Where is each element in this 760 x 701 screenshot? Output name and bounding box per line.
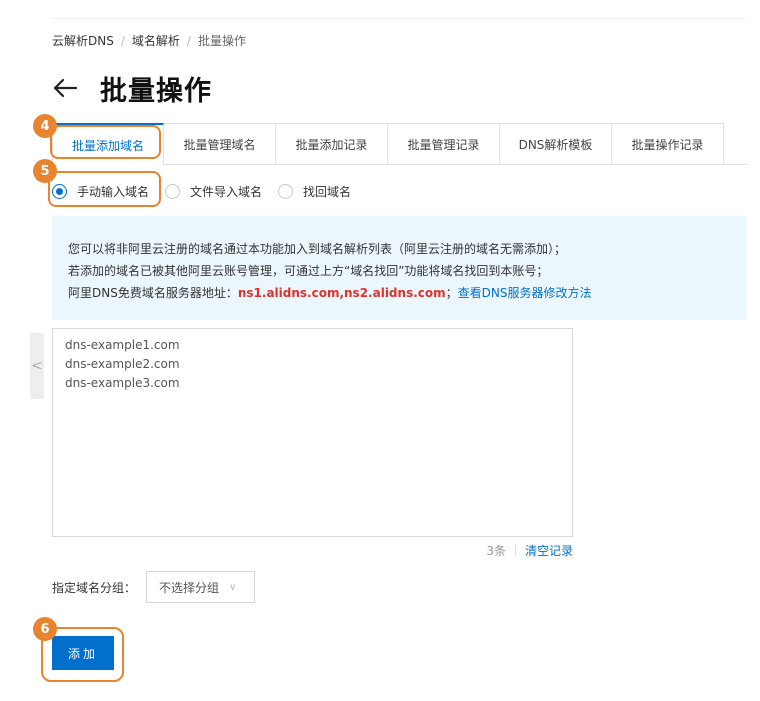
count-divider bbox=[514, 544, 516, 556]
radio-label: 文件导入域名 bbox=[190, 184, 263, 199]
highlight-box-tab bbox=[50, 125, 161, 159]
tab-batch-manage-domain[interactable]: 批量管理域名 bbox=[164, 123, 276, 165]
annotation-badge-5: 5 bbox=[33, 159, 57, 183]
breadcrumb-item-dns[interactable]: 云解析DNS bbox=[52, 34, 114, 48]
annotation-badge-4: 4 bbox=[33, 114, 57, 138]
annotation-badge-6: 6 bbox=[33, 617, 57, 641]
tab-bar-filler bbox=[724, 123, 747, 164]
radio-label: 找回域名 bbox=[303, 184, 352, 199]
radio-unchecked-icon[interactable] bbox=[165, 183, 181, 199]
notice-line-1: 您可以将非阿里云注册的域名通过本功能加入到域名解析列表（阿里云注册的域名无需添加… bbox=[68, 242, 567, 256]
domain-list-input[interactable]: dns-example1.com dns-example2.com dns-ex… bbox=[52, 328, 573, 537]
clear-records-link[interactable]: 清空记录 bbox=[525, 542, 573, 559]
arrow-left-icon[interactable] bbox=[52, 77, 78, 99]
chevron-left-icon: < bbox=[31, 358, 43, 374]
top-divider bbox=[52, 18, 747, 19]
notice-line-3: 阿里DNS免费域名服务器地址：ns1.alidns.com,ns2.alidns… bbox=[68, 282, 747, 304]
breadcrumb-separator: / bbox=[186, 34, 191, 48]
domain-count-row: 3条 清空记录 bbox=[52, 541, 573, 559]
page-title: 批量操作 bbox=[100, 75, 212, 107]
page-header: 批量操作 bbox=[52, 68, 212, 108]
group-label: 指定域名分组： bbox=[52, 580, 137, 595]
notice-separator: ； bbox=[445, 286, 458, 300]
group-select[interactable]: 不选择分组 ∨ bbox=[146, 571, 256, 603]
highlight-box-radio bbox=[48, 171, 161, 207]
radio-file-import[interactable]: 文件导入域名 bbox=[165, 183, 262, 200]
tab-dns-template[interactable]: DNS解析模板 bbox=[500, 123, 612, 165]
tab-batch-operation-log[interactable]: 批量操作记录 bbox=[612, 123, 724, 165]
nameserver-label: 阿里DNS免费域名服务器地址： bbox=[68, 286, 238, 300]
breadcrumb: 云解析DNS / 域名解析 / 批量操作 bbox=[52, 32, 246, 48]
dns-change-guide-link[interactable]: 查看DNS服务器修改方法 bbox=[458, 286, 592, 300]
nameserver-addresses: ns1.alidns.com,ns2.alidns.com bbox=[237, 286, 446, 300]
group-select-value: 不选择分组 bbox=[159, 580, 220, 595]
notice-line-2: 若添加的域名已被其他阿里云账号管理，可通过上方“域名找回”功能将域名找回到本账号… bbox=[68, 264, 549, 278]
breadcrumb-item-current: 批量操作 bbox=[197, 34, 246, 48]
tab-batch-manage-record[interactable]: 批量管理记录 bbox=[388, 123, 500, 165]
info-notice: 您可以将非阿里云注册的域名通过本功能加入到域名解析列表（阿里云注册的域名无需添加… bbox=[52, 216, 747, 320]
breadcrumb-separator: / bbox=[120, 34, 125, 48]
domain-group-row: 指定域名分组： 不选择分组 ∨ bbox=[52, 571, 256, 603]
breadcrumb-item-domain-resolution[interactable]: 域名解析 bbox=[132, 34, 180, 48]
collapse-panel-handle[interactable]: < bbox=[30, 333, 44, 399]
tab-batch-add-record[interactable]: 批量添加记录 bbox=[276, 123, 388, 165]
chevron-down-icon: ∨ bbox=[229, 581, 237, 593]
domain-count: 3条 bbox=[486, 543, 506, 558]
radio-unchecked-icon[interactable] bbox=[278, 183, 294, 199]
radio-retrieve-domain[interactable]: 找回域名 bbox=[278, 183, 351, 200]
